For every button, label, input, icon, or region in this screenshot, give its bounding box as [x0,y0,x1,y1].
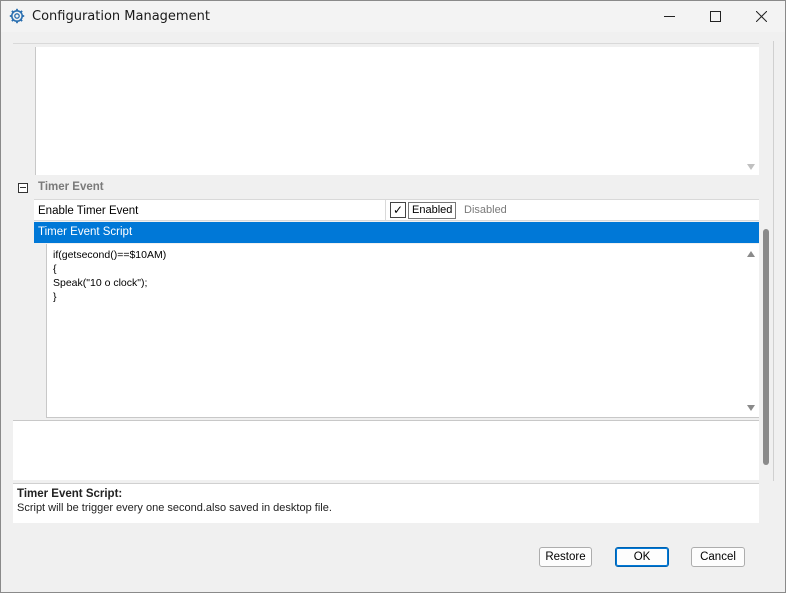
category-label: Timer Event [38,181,104,193]
close-icon [755,11,767,22]
column-divider [385,200,386,221]
title-bar[interactable]: Configuration Management [1,1,785,32]
minimize-icon [663,11,675,22]
code-line: } [53,291,57,303]
enabled-option[interactable]: Enabled [408,202,457,219]
scroll-down-arrow-icon[interactable] [747,405,755,411]
ok-button[interactable]: OK [615,547,669,567]
previous-script-editor[interactable] [35,47,745,175]
window-title: Configuration Management [32,9,210,24]
restore-button[interactable]: Restore [539,547,592,567]
enable-checkbox[interactable]: ✓ [390,202,406,218]
grid-scrollbar-thumb[interactable] [763,229,769,465]
gear-icon [9,8,25,24]
grid-empty-area [13,420,759,480]
collapse-toggle-icon[interactable] [18,183,28,193]
code-line: if(getsecond()==$10AM) [53,249,167,261]
property-name: Enable Timer Event [38,205,139,217]
script-editor[interactable]: if(getsecond()==$10AM) { Speak("10 o clo… [46,244,743,418]
category-row-timer-event: Timer Event [13,178,759,198]
minimize-button[interactable] [646,1,692,32]
property-grid: Timer Event Enable Timer Event ✓ Enabled… [13,43,759,480]
scroll-down-arrow-icon[interactable] [747,164,755,170]
configuration-window: Configuration Management Timer Event Ena… [0,0,786,593]
description-panel: Timer Event Script: Script will be trigg… [13,483,759,523]
cancel-button[interactable]: Cancel [691,547,745,567]
maximize-button[interactable] [692,1,738,32]
maximize-icon [709,11,721,22]
selected-property-name: Timer Event Script [38,226,133,238]
property-row-timer-event-script[interactable]: Timer Event Script [34,222,759,243]
content-area: Timer Event Enable Timer Event ✓ Enabled… [11,41,776,525]
code-line: Speak("10 o clock"); [53,277,148,289]
description-text: Script will be trigger every one second.… [17,502,332,514]
script-editor-scrollbar[interactable] [743,244,759,418]
disabled-option[interactable]: Disabled [464,204,507,216]
property-row-enable-timer-event[interactable]: Enable Timer Event ✓ Enabled Disabled [34,199,759,221]
scroll-up-arrow-icon[interactable] [747,251,755,257]
grid-border [773,41,774,481]
previous-editor-scrollbar[interactable] [745,47,759,175]
code-line: { [53,263,57,275]
close-button[interactable] [738,1,784,32]
description-title: Timer Event Script: [17,488,123,500]
